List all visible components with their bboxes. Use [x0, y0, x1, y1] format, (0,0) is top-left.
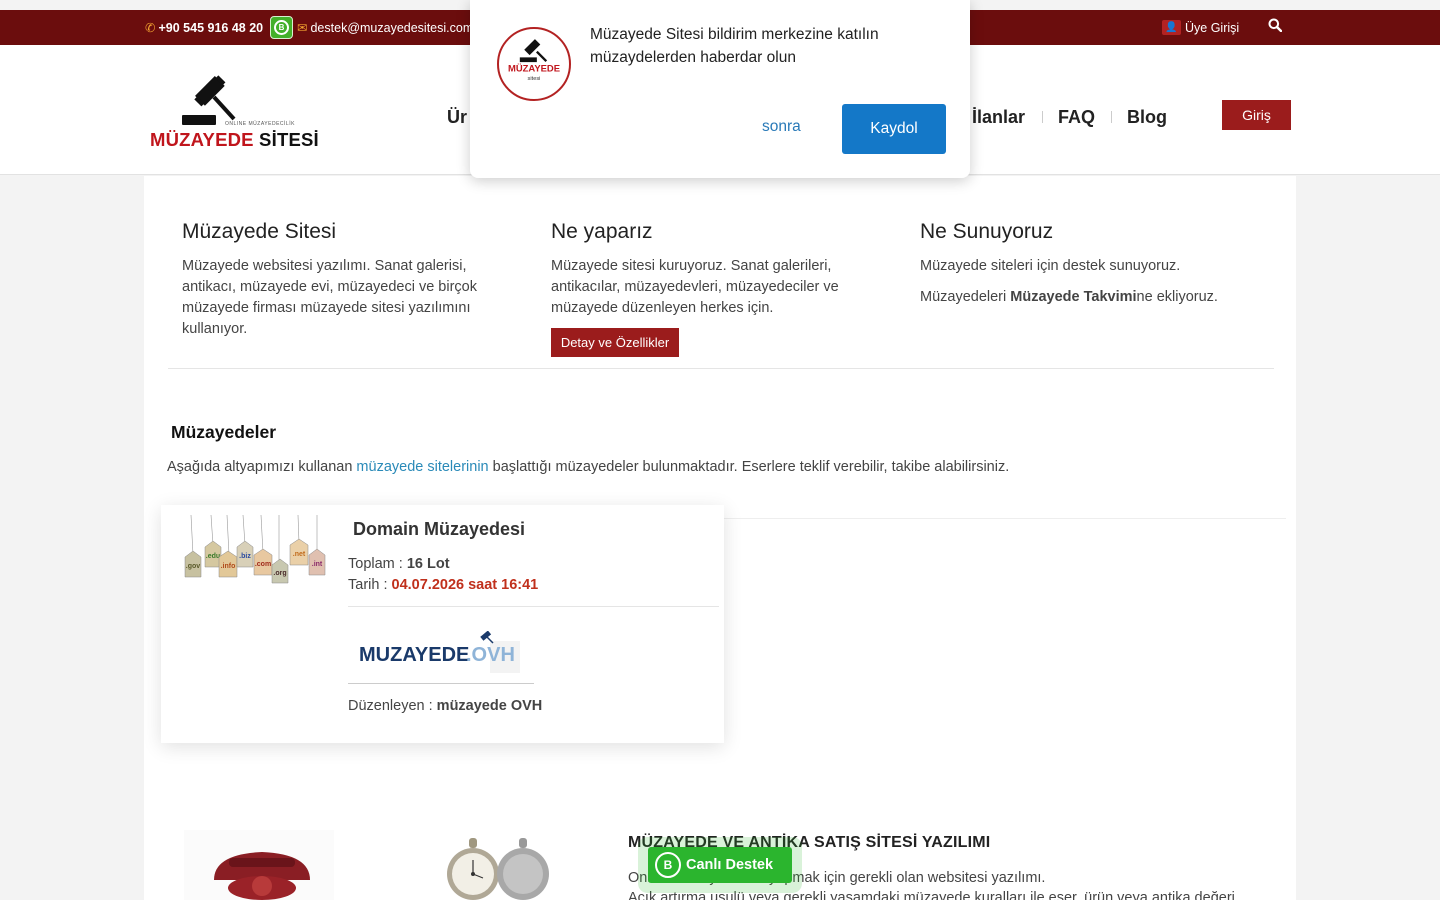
- divider: [714, 518, 1286, 519]
- site-logo[interactable]: ONLINE MÜZAYEDECİLİK MÜZAYEDE SİTESİ: [150, 75, 319, 150]
- domain-tag-label: .biz: [239, 553, 251, 560]
- notification-prompt: MÜZAYEDE sitesi Müzayede Sitesi bildirim…: [470, 0, 970, 178]
- svg-text:MUZAYEDE: MUZAYEDE: [359, 644, 469, 666]
- organizer-logo[interactable]: MUZAYEDE .OVH: [358, 631, 523, 673]
- intro-text-offer: Müzayede siteleri için destek sunuyoruz.: [920, 258, 1181, 274]
- phone-number: +90 545 916 48 20: [158, 21, 264, 35]
- phone-icon: ✆: [145, 21, 156, 35]
- auction-title[interactable]: Domain Müzayedesi: [353, 519, 525, 540]
- login-button[interactable]: Giriş: [1222, 100, 1291, 130]
- logo-name: MÜZAYEDE SİTESİ: [150, 129, 319, 150]
- phone-contact[interactable]: ✆ +90 545 916 48 20: [145, 20, 263, 35]
- nav-item-blog[interactable]: Blog: [1127, 107, 1167, 128]
- antique-telephone-image: [184, 830, 334, 900]
- pocket-watch-image: [447, 838, 549, 900]
- intro-column-offer: Ne Sunuyoruz Müzayede siteleri için dest…: [920, 220, 1240, 308]
- member-login-link[interactable]: 👤 Üye Girişi: [1162, 20, 1239, 35]
- site-logo-badge: MÜZAYEDE sitesi: [497, 27, 571, 101]
- nav-divider: [1042, 111, 1043, 123]
- live-support-label: Canlı Destek: [686, 857, 774, 873]
- email-address: destek@muzayedesitesi.com: [310, 21, 474, 35]
- whatsapp-icon[interactable]: B: [270, 16, 293, 39]
- auction-organizer: Düzenleyen : müzayede OVH: [348, 698, 543, 714]
- intro-title-offer: Ne Sunuyoruz: [920, 220, 1054, 243]
- member-login-label: Üye Girişi: [1185, 20, 1240, 35]
- domain-tags-image[interactable]: .gov .edu .info .biz .com .org .net .int: [183, 515, 329, 587]
- divider: [348, 606, 719, 607]
- intro-column-what: Ne yaparız Müzayede sitesi kuruyoruz. Sa…: [551, 220, 871, 319]
- details-features-button[interactable]: Detay ve Özellikler: [551, 328, 679, 357]
- user-icon: 👤: [1162, 20, 1181, 35]
- auctions-title: Müzayedeler: [171, 422, 277, 442]
- subscribe-button[interactable]: Kaydol: [842, 104, 946, 154]
- whatsapp-icon: B: [655, 852, 681, 878]
- domain-tag-label: .com: [255, 561, 271, 568]
- intro-text-calendar: Müzayedeleri Müzayede Takvimine ekliyoru…: [920, 289, 1218, 305]
- auction-date: Tarih : 04.07.2026 saat 16:41: [348, 577, 539, 593]
- intro-text-about: Müzayede websitesi yazılımı. Sanat galer…: [182, 258, 477, 337]
- nav-item-faq[interactable]: FAQ: [1058, 107, 1095, 128]
- software-text-2: Açık artırma usulü veya gerekli yasamdak…: [628, 890, 1235, 900]
- auction-calendar-link[interactable]: Müzayede Takvimi: [1010, 289, 1136, 305]
- mail-icon: ✉: [297, 21, 308, 35]
- intro-column-about: Müzayede Sitesi Müzayede websitesi yazıl…: [182, 220, 502, 340]
- nav-item-listings[interactable]: İlanlar: [972, 107, 1025, 128]
- later-button[interactable]: sonra: [762, 118, 801, 136]
- domain-tag-label: .org: [273, 570, 286, 577]
- auction-lot-count: Toplam : 16 Lot: [348, 556, 450, 572]
- auction-card[interactable]: .gov .edu .info .biz .com .org .net .int…: [161, 505, 724, 743]
- nav-item-products[interactable]: Ür: [447, 107, 467, 128]
- svg-text:sitesi: sitesi: [528, 76, 541, 82]
- intro-title-what: Ne yaparız: [551, 220, 653, 243]
- notification-message: Müzayede Sitesi bildirim merkezine katıl…: [590, 26, 879, 66]
- divider: [168, 368, 1274, 369]
- domain-tag-label: .int: [312, 561, 323, 568]
- divider: [348, 683, 534, 684]
- logo-tagline: ONLINE MÜZAYEDECİLİK: [225, 121, 295, 127]
- search-icon[interactable]: [1268, 18, 1283, 36]
- main-content: Müzayede Sitesi Müzayede websitesi yazıl…: [144, 176, 1296, 900]
- domain-tag-label: .edu: [206, 553, 220, 560]
- nav-divider: [1111, 111, 1112, 123]
- auction-sites-link[interactable]: müzayede sitelerinin: [356, 459, 488, 475]
- domain-tag-label: .info: [221, 563, 236, 570]
- intro-title-about: Müzayede Sitesi: [182, 220, 337, 243]
- svg-text:.OVH: .OVH: [466, 644, 515, 666]
- domain-tag-label: .net: [293, 551, 306, 558]
- intro-text-what: Müzayede sitesi kuruyoruz. Sanat galeril…: [551, 258, 839, 316]
- auctions-description: Aşağıda altyapımızı kullanan müzayede si…: [167, 459, 1010, 475]
- email-contact[interactable]: ✉ destek@muzayedesitesi.com: [297, 20, 473, 35]
- domain-tag-label: .gov: [186, 563, 200, 570]
- svg-text:MÜZAYEDE: MÜZAYEDE: [508, 64, 560, 75]
- live-support-button[interactable]: B Canlı Destek: [648, 847, 792, 883]
